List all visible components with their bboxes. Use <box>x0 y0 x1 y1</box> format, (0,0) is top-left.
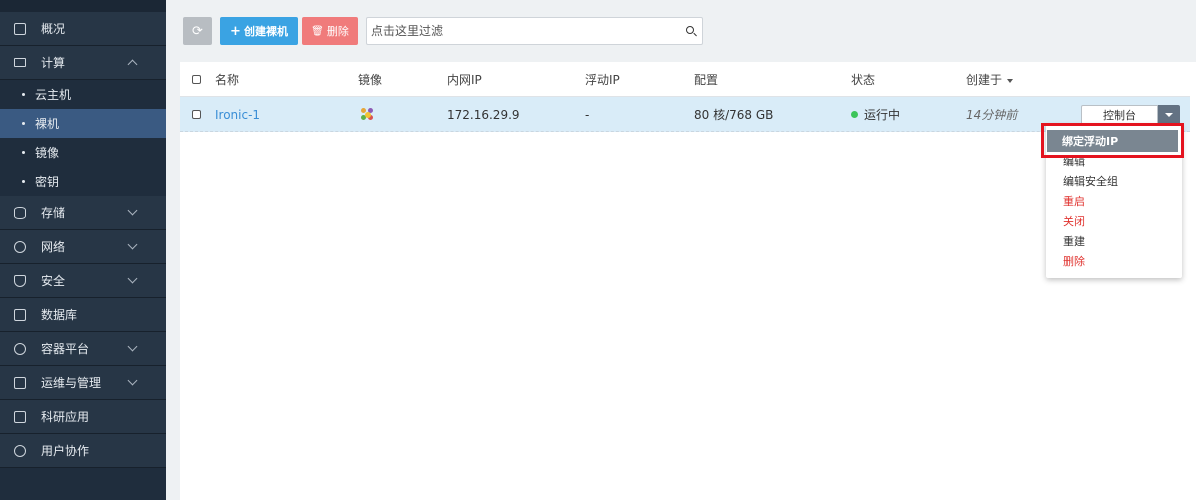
sidebar-item-label: 安全 <box>41 274 66 288</box>
sidebar-item-security[interactable]: 安全 <box>0 264 166 298</box>
sidebar-item-label: 数据库 <box>41 308 78 322</box>
config-cell: 80 核/768 GB <box>694 108 774 122</box>
plus-icon: + <box>230 23 241 39</box>
menu-item-reboot[interactable]: 重启 <box>1063 191 1085 211</box>
floating-ip-cell: - <box>585 107 590 122</box>
header-image[interactable]: 镜像 <box>358 62 382 97</box>
sidebar-item-label: 存储 <box>41 206 66 220</box>
sidebar-subitem-keypair[interactable]: 密钥 <box>0 167 166 196</box>
sidebar-subitem-image[interactable]: 镜像 <box>0 138 166 167</box>
sidebar-item-database[interactable]: 数据库 <box>0 298 166 332</box>
chevron-down-icon <box>127 239 138 250</box>
header-created-label: 创建于 <box>966 73 1003 87</box>
sidebar-subitem-label: 云主机 <box>35 88 72 102</box>
sidebar-item-overview[interactable]: 概况 <box>0 12 166 46</box>
delete-button-label: 删除 <box>326 25 349 38</box>
actions-dropdown-toggle[interactable] <box>1158 105 1180 125</box>
sidebar-item-label: 容器平台 <box>41 342 90 356</box>
header-status[interactable]: 状态 <box>851 62 875 97</box>
ip-cell: 172.16.29.9 <box>447 107 520 122</box>
search-box <box>366 17 703 45</box>
save-icon <box>14 410 26 423</box>
row-checkbox[interactable] <box>192 110 201 119</box>
sidebar-subitem-bare-metal[interactable]: 裸机 <box>0 109 166 138</box>
table-header: 名称 镜像 内网IP 浮动IP 配置 状态 创建于 <box>180 62 1190 97</box>
status-running-icon <box>851 111 858 118</box>
sidebar-item-label: 科研应用 <box>41 410 90 424</box>
menu-item-edit-security-group[interactable]: 编辑安全组 <box>1063 171 1118 191</box>
sidebar-item-network[interactable]: 网络 <box>0 230 166 264</box>
chevron-up-icon <box>127 59 138 70</box>
sort-desc-icon <box>1007 78 1014 83</box>
header-created[interactable]: 创建于 <box>966 62 1014 97</box>
status-label: 运行中 <box>864 108 901 122</box>
network-icon <box>14 240 26 253</box>
sidebar-item-label: 用户协作 <box>41 444 90 458</box>
table-row[interactable]: Ironic-1 172.16.29.9 - 80 核/768 GB 运行中 1… <box>180 97 1190 132</box>
monitor-icon <box>14 58 26 67</box>
sidebar-item-compute[interactable]: 计算 <box>0 46 166 80</box>
sidebar-subitem-label: 密钥 <box>35 175 60 189</box>
chevron-down-icon <box>127 205 138 216</box>
sidebar-subitem-label: 裸机 <box>35 117 60 131</box>
menu-item-delete[interactable]: 删除 <box>1063 251 1085 271</box>
sidebar-item-collab[interactable]: 用户协作 <box>0 434 166 468</box>
header-name[interactable]: 名称 <box>215 62 239 97</box>
search-icon[interactable] <box>686 26 694 34</box>
shield-icon <box>14 274 26 287</box>
bullet-icon <box>22 151 25 154</box>
refresh-icon: ⟳ <box>192 23 203 39</box>
sidebar-item-label: 概况 <box>41 22 66 36</box>
bullet-icon <box>22 180 25 183</box>
create-bare-metal-button[interactable]: + 创建裸机 <box>220 17 298 45</box>
search-input[interactable] <box>371 18 671 44</box>
sidebar-item-label: 网络 <box>41 240 66 254</box>
sidebar-item-storage[interactable]: 存储 <box>0 196 166 230</box>
create-button-label: 创建裸机 <box>243 25 288 38</box>
refresh-button[interactable]: ⟳ <box>183 17 212 45</box>
users-icon <box>14 444 26 457</box>
sidebar-item-container[interactable]: 容器平台 <box>0 332 166 366</box>
server-icon <box>14 308 26 321</box>
bullet-icon <box>22 93 25 96</box>
header-config[interactable]: 配置 <box>694 62 718 97</box>
menu-item-rebuild[interactable]: 重建 <box>1063 231 1085 251</box>
highlight-box <box>1041 123 1184 158</box>
header-ip[interactable]: 内网IP <box>447 62 482 97</box>
sidebar-item-ops[interactable]: 运维与管理 <box>0 366 166 400</box>
sidebar-top-strip <box>0 0 166 12</box>
calendar-icon <box>14 376 26 389</box>
created-cell: 14分钟前 <box>966 108 1018 122</box>
sidebar-item-research[interactable]: 科研应用 <box>0 400 166 434</box>
delete-button[interactable]: 🗑 删除 <box>302 17 358 45</box>
sidebar-bottom <box>0 475 166 500</box>
status-cell: 运行中 <box>851 97 900 132</box>
instance-name-link[interactable]: Ironic-1 <box>215 97 260 132</box>
database-icon <box>14 206 26 219</box>
sidebar-item-label: 计算 <box>41 56 66 70</box>
chevron-down-icon <box>127 273 138 284</box>
sidebar: 概况 计算 云主机 裸机 镜像 密钥 存储 网络 安全 数据库 容器平台 运维与… <box>0 0 166 500</box>
select-all-checkbox[interactable] <box>192 75 201 84</box>
menu-item-shutdown[interactable]: 关闭 <box>1063 211 1085 231</box>
header-floating-ip[interactable]: 浮动IP <box>585 62 620 97</box>
bullet-icon <box>22 122 25 125</box>
sidebar-item-label: 运维与管理 <box>41 376 102 390</box>
chevron-down-icon <box>127 375 138 386</box>
image-cell <box>361 97 375 132</box>
sidebar-subitem-label: 镜像 <box>35 146 60 160</box>
console-button[interactable]: 控制台 <box>1081 105 1158 125</box>
copy-icon <box>14 22 26 35</box>
sidebar-subitem-cloud-host[interactable]: 云主机 <box>0 80 166 109</box>
trash-icon: 🗑 <box>311 25 324 37</box>
container-icon <box>14 342 26 355</box>
chevron-down-icon <box>127 341 138 352</box>
os-image-icon <box>361 107 375 122</box>
